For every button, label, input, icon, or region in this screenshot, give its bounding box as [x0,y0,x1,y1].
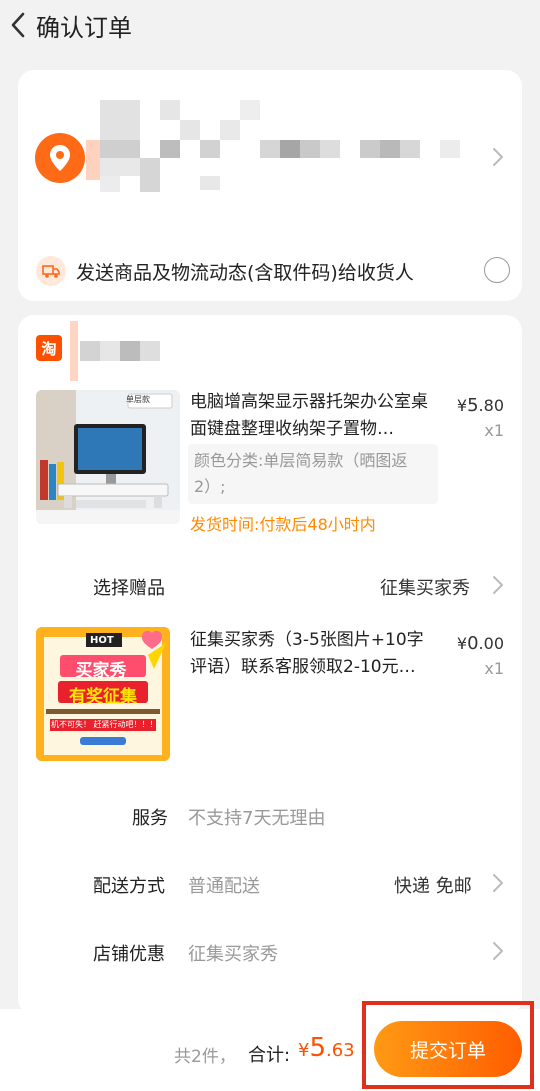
chevron-right-icon [493,148,503,166]
notify-radio[interactable] [484,257,510,283]
chevron-right-icon[interactable] [491,574,505,596]
item-count: 共2件， [174,1047,236,1067]
gift-value[interactable]: 征集买家秀 [380,574,470,600]
hot-tag: HOT [90,635,114,646]
order-card: 淘 单层款 电脑增高架显示器托架办公室桌面键盘整理收纳架子置物… 颜色分类:单层… [18,315,522,1015]
product-spec[interactable]: 颜色分类:单层简易款（晒图返2）; [188,444,438,504]
total-label: 合计: [248,1045,291,1066]
gift-label: 选择赠品 [93,578,165,599]
coupon-label: 店铺优惠 [93,944,165,965]
total-price: ¥5.63 [298,1033,355,1063]
chevron-right-icon[interactable] [491,940,505,962]
address-card[interactable]: 发送商品及物流动态(含取件码)给收货人 [18,70,522,301]
delivery-truck-icon [36,256,66,286]
location-pin-icon [35,133,85,183]
service-label: 服务 [132,808,168,829]
back-button[interactable] [0,2,36,48]
product-image-monitor-stand[interactable] [36,390,180,524]
submit-order-button[interactable]: 提交订单 [374,1021,522,1077]
service-value: 不支持7天无理由 [188,808,326,829]
notify-receiver-row[interactable]: 发送商品及物流动态(含取件码)给收货人 [36,253,510,289]
delivery-right[interactable]: 快递 免邮 [394,872,472,898]
chevron-right-icon[interactable] [491,872,505,894]
product-qty: x1 [484,659,504,678]
product-title[interactable]: 征集买家秀（3-5张图片+10字评语）联系客服领取2-10元… [190,627,436,681]
product-price: ¥0.00 [456,633,504,654]
header-bar: 确认订单 [0,0,540,50]
image-tag-text: 单层款 [126,395,150,404]
taobao-shop-icon: 淘 [36,335,62,361]
notify-receiver-text: 发送商品及物流动态(含取件码)给收货人 [76,261,414,284]
product-price: ¥5.80 [456,395,504,416]
chevron-left-icon [11,12,25,38]
bottom-bar: 共2件， 合计: ¥5.63 提交订单 [0,1009,540,1091]
image-slogan: 机不可失！ 赶紧行动吧！！！ [51,720,158,729]
image-line1: 买家秀 [75,661,127,681]
shipping-time: 发货时间:付款后48小时内 [190,515,376,534]
coupon-value[interactable]: 征集买家秀 [188,940,278,966]
delivery-label: 配送方式 [93,876,165,897]
product-qty: x1 [484,421,504,440]
product-title[interactable]: 电脑增高架显示器托架办公室桌面键盘整理收纳架子置物… [190,389,436,443]
delivery-value: 普通配送 [188,876,260,897]
image-line2: 有奖征集 [69,687,137,707]
page-title: 确认订单 [36,13,132,42]
